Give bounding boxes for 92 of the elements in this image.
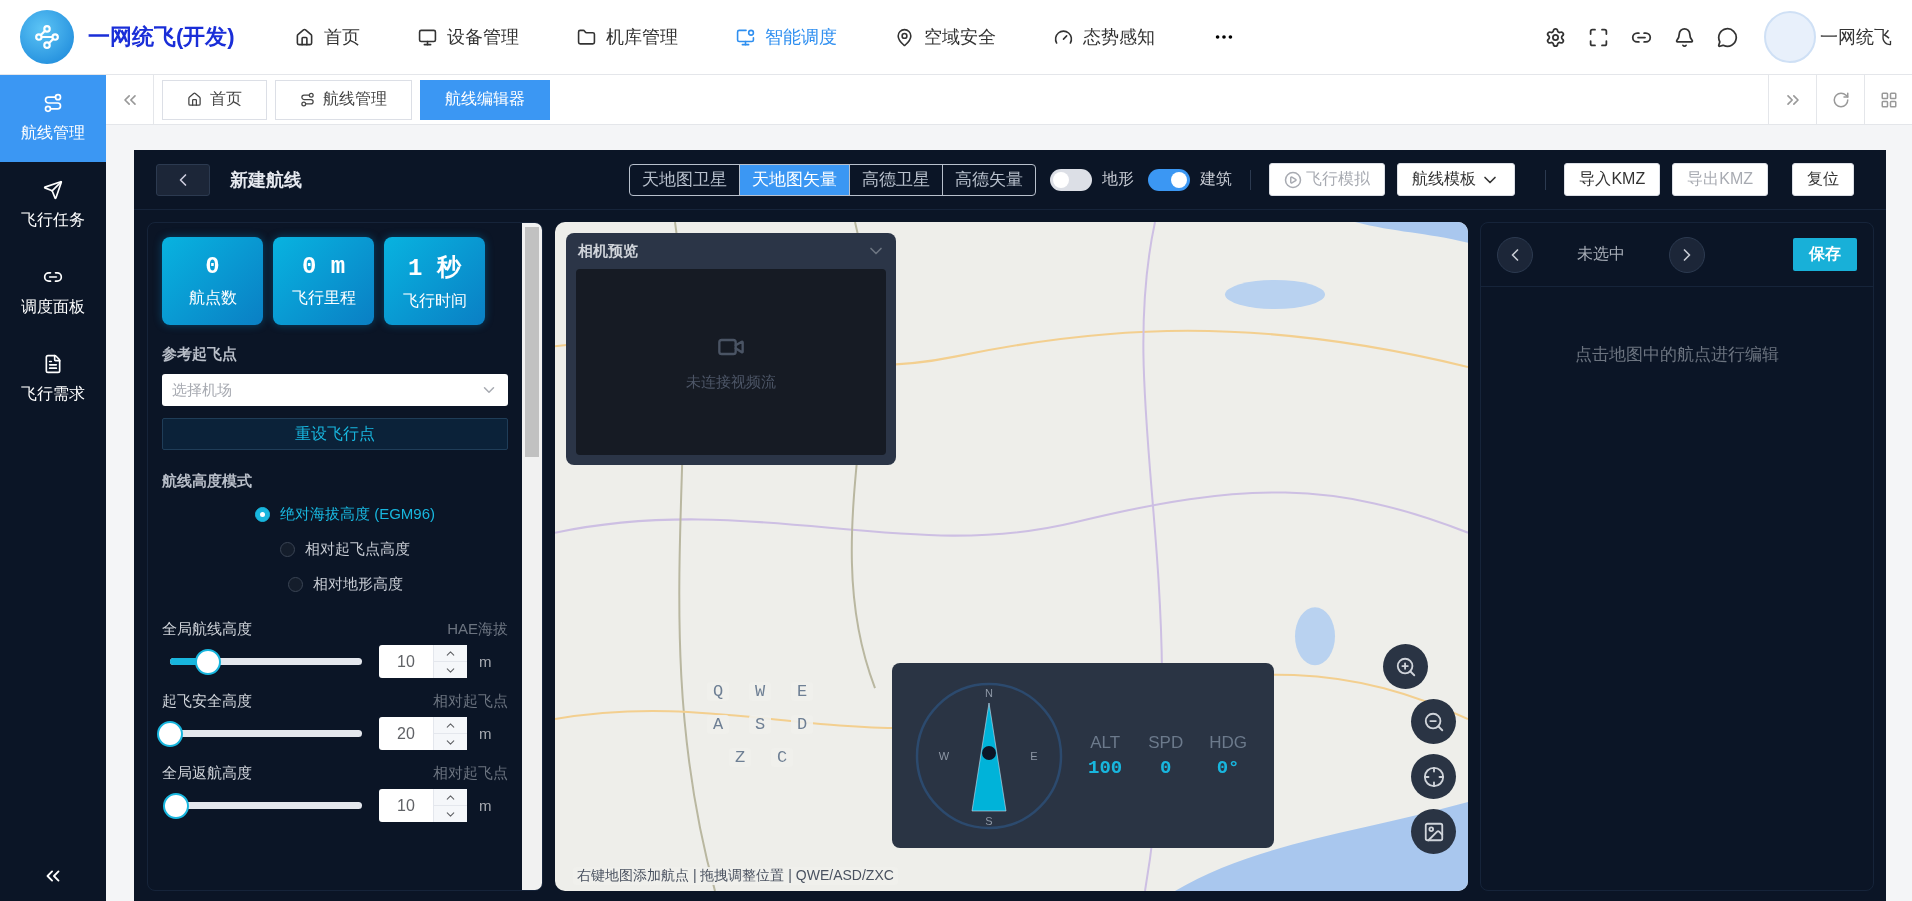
tab[interactable]: 首页 [162,79,267,120]
sidebar-item[interactable]: 飞行需求 [0,336,106,423]
field-label: 起飞安全高度 [162,692,252,711]
field-label: 全局航线高度 [162,620,252,639]
paper-plane-icon [43,180,63,200]
stat-label: 航点数 [188,288,237,308]
location-pin-icon [894,27,914,47]
sidebar-item[interactable]: 飞行任务 [0,162,106,249]
stat-value: 0 [205,253,220,280]
tab[interactable]: 航线管理 [275,79,412,120]
nav-item[interactable]: 空域安全 [894,25,996,49]
zoom-in-icon [1394,655,1417,678]
toolbar-button[interactable]: 导入KMZ [1564,163,1661,196]
selection-status: 未选中 [1577,244,1625,264]
app-title: 一网统飞(开发) [88,23,235,51]
user-name: 一网统飞 [1820,26,1892,49]
monitor-icon [735,27,755,47]
radio-icon[interactable] [280,542,295,557]
radio-label: 相对起飞点高度 [305,540,410,559]
gauge-icon [1053,27,1073,47]
toggle-label: 地形 [1102,169,1135,189]
compass-drawing: N W E S [914,680,1064,831]
radio-icon[interactable] [287,577,303,592]
increment-button[interactable] [434,645,467,661]
editor-title: 新建航线 [230,168,302,192]
telemetry-label: HDG [1209,732,1247,753]
slider-thumb[interactable] [157,720,183,747]
radio-icon[interactable] [255,507,270,522]
route-icon [43,93,63,113]
folder-icon [576,27,596,47]
empty-message: 点击地图中的航点进行编辑 [1574,344,1780,366]
chat-icon[interactable] [1717,26,1738,48]
toggle-switch[interactable] [1148,168,1191,191]
bell-icon[interactable] [1674,26,1695,48]
slider-thumb[interactable] [162,792,189,819]
telemetry-value: 0 [1160,756,1172,779]
decrement-button[interactable] [434,805,467,822]
decrement-button[interactable] [434,733,467,750]
grid-icon[interactable] [1879,90,1898,109]
telemetry-value: 0° [1216,756,1240,779]
zoom-out-icon [1422,710,1445,733]
nav-item[interactable]: 态势感知 [1053,25,1155,49]
fullscreen-icon[interactable] [1588,26,1609,48]
unit-label: m [479,797,492,814]
reset-takeoff-button[interactable]: 重设飞行点 [162,418,508,450]
nav-item[interactable]: 首页 [294,25,360,49]
stat-value: 1 秒 [408,253,461,283]
field-hint: HAE海拔 [447,620,508,639]
settings-icon[interactable] [1545,26,1566,48]
stat-label: 飞行里程 [291,288,356,308]
video-status: 未连接视频流 [686,372,776,392]
home-icon [294,27,314,47]
crosshair-icon [1422,765,1445,788]
nav-item[interactable]: 设备管理 [417,25,519,49]
monitor-icon [417,27,437,47]
field-label: 全局返航高度 [162,764,252,783]
field-hint: 相对起飞点 [433,764,508,783]
document-icon [43,354,63,374]
section-label: 参考起飞点 [162,345,238,364]
field-hint: 相对起飞点 [433,692,508,711]
unit-label: m [479,725,492,742]
increment-button[interactable] [434,789,467,805]
image-icon [1422,820,1445,843]
route-icon [300,92,315,107]
toggle-label: 建筑 [1200,169,1233,189]
radio-label: 相对地形高度 [312,575,403,594]
radio-option[interactable]: 相对起飞点高度 [280,540,410,559]
telemetry-label: ALT [1090,732,1121,753]
stat-label: 飞行时间 [402,290,467,311]
nav-item[interactable]: 机库管理 [576,25,678,49]
slider-thumb[interactable] [195,648,222,675]
telemetry-value: 100 [1088,756,1123,779]
toolbar-button[interactable]: 航线模板 [1397,163,1516,196]
telemetry-label: SPD [1148,732,1184,753]
decrement-button[interactable] [434,661,467,678]
section-label: 航线高度模式 [162,472,253,491]
refresh-icon[interactable] [1831,90,1850,109]
map-layer-tab[interactable]: 天地图卫星 [630,164,740,195]
radio-option[interactable]: 相对地形高度 [287,575,403,594]
map-layer-tab[interactable]: 高德卫星 [849,164,943,195]
sidebar-item[interactable]: 调度面板 [0,249,106,336]
home-icon [187,92,202,107]
map-layer-tab[interactable]: 高德矢量 [942,164,1036,195]
toolbar-button[interactable]: 复位 [1792,163,1854,196]
camera-title: 相机预览 [578,241,638,261]
unit-label: m [479,653,492,670]
app-logo [20,10,74,64]
stat-value: 0 m [301,253,346,280]
toggle-switch[interactable] [1050,168,1093,191]
play-icon [1284,170,1303,189]
increment-button[interactable] [434,717,467,733]
scrollbar[interactable] [522,223,542,890]
